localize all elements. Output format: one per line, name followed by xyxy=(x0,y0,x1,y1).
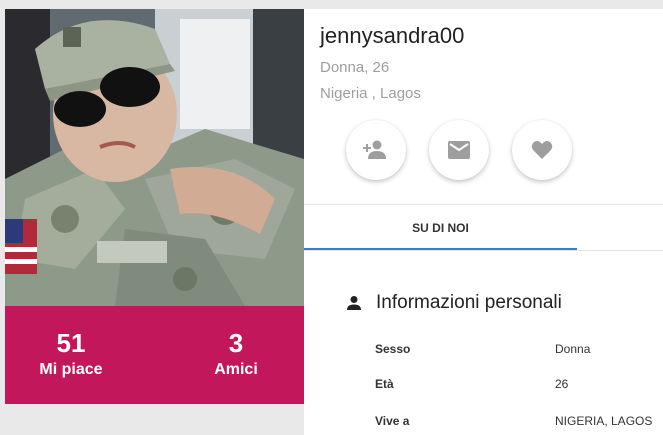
location: Nigeria , Lagos xyxy=(320,85,421,102)
likes-label: Mi piace xyxy=(39,361,103,378)
profile-photo-image xyxy=(5,9,304,306)
lives-in-label: Vive a xyxy=(375,414,410,428)
gender-value: Donna xyxy=(555,342,591,356)
like-button[interactable] xyxy=(512,120,572,180)
person-icon xyxy=(347,296,361,310)
mail-icon xyxy=(448,141,470,159)
stats-bar: 51 Mi piace 3 Amici xyxy=(5,306,304,404)
friends-stat[interactable]: 3 Amici xyxy=(176,328,296,380)
profile-photo[interactable] xyxy=(5,9,304,306)
heart-icon xyxy=(531,141,553,159)
gender-age: Donna, 26 xyxy=(320,59,390,76)
message-button[interactable] xyxy=(429,120,489,180)
tabs-bottom-divider xyxy=(304,250,663,251)
likes-stat[interactable]: 51 Mi piace xyxy=(11,328,131,380)
add-friend-button[interactable] xyxy=(346,120,406,180)
likes-count: 51 xyxy=(56,328,86,358)
gender-label: Sesso xyxy=(375,342,411,356)
friends-count: 3 xyxy=(228,328,244,358)
add-friend-icon xyxy=(363,140,386,159)
age-value: 26 xyxy=(555,377,569,391)
profile-card: 51 Mi piace 3 Amici xyxy=(5,9,304,404)
personal-info-title: Informazioni personali xyxy=(376,292,562,313)
tab-about[interactable]: SU DI NOI xyxy=(304,205,577,250)
username: jennysandra00 xyxy=(320,23,465,48)
lives-in-value: NIGERIA, LAGOS xyxy=(555,414,653,428)
friends-label: Amici xyxy=(214,361,258,378)
age-label: Età xyxy=(375,377,394,391)
profile-details-panel: jennysandra00 Donna, 26 Nigeria , Lagos … xyxy=(304,9,663,435)
